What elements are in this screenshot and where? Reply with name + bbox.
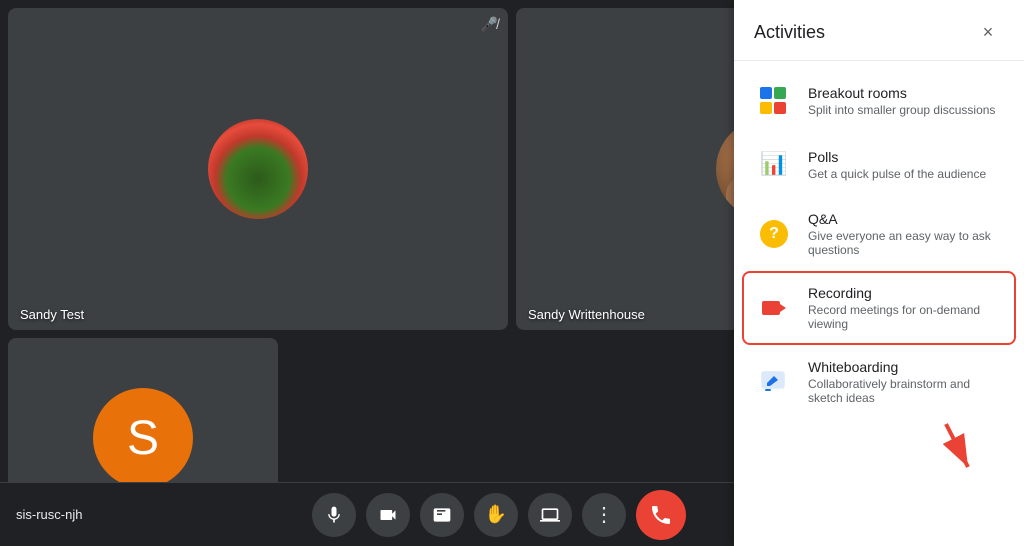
more-options-button[interactable]: ⋮ bbox=[582, 493, 626, 537]
present-button[interactable] bbox=[528, 493, 572, 537]
activity-text-whiteboard: Whiteboarding Collaboratively brainstorm… bbox=[808, 359, 1002, 405]
breakout-icon bbox=[756, 83, 792, 119]
activity-item-recording[interactable]: Recording Record meetings for on-demand … bbox=[742, 271, 1016, 345]
whiteboard-icon bbox=[756, 364, 792, 400]
polls-icon bbox=[756, 147, 792, 183]
participant-name-sandy-writtenhouse: Sandy Writtenhouse bbox=[528, 307, 645, 322]
microphone-button[interactable] bbox=[312, 493, 356, 537]
activity-text-qa: Q&A Give everyone an easy way to ask que… bbox=[808, 211, 1002, 257]
camera-icon bbox=[378, 505, 398, 525]
meeting-code: sis-rusc-njh bbox=[16, 507, 82, 522]
whiteboard-subtitle: Collaboratively brainstorm and sketch id… bbox=[808, 377, 1002, 405]
app-container: 🎤̸ Sandy Test 🎤̸ Sandy Writtenhouse S Yo… bbox=[0, 0, 1024, 546]
recording-icon bbox=[756, 290, 792, 326]
mute-icon-sandy-test: 🎤̸ bbox=[481, 16, 498, 33]
camera-button[interactable] bbox=[366, 493, 410, 537]
qa-subtitle: Give everyone an easy way to ask questio… bbox=[808, 229, 1002, 257]
activity-item-whiteboard[interactable]: Whiteboarding Collaboratively brainstorm… bbox=[734, 345, 1024, 419]
avatar-sandy-test bbox=[208, 119, 308, 219]
recording-title: Recording bbox=[808, 285, 1002, 301]
polls-subtitle: Get a quick pulse of the audience bbox=[808, 167, 986, 181]
activity-item-polls[interactable]: Polls Get a quick pulse of the audience bbox=[734, 133, 1024, 197]
video-tile-sandy-test: 🎤̸ Sandy Test bbox=[8, 8, 508, 330]
raise-hand-button[interactable]: ✋ bbox=[474, 493, 518, 537]
panel-title: Activities bbox=[754, 22, 825, 43]
activity-text-breakout: Breakout rooms Split into smaller group … bbox=[808, 85, 995, 117]
qa-icon: ? bbox=[756, 216, 792, 252]
qa-title: Q&A bbox=[808, 211, 1002, 227]
activity-item-qa[interactable]: ? Q&A Give everyone an easy way to ask q… bbox=[734, 197, 1024, 271]
microphone-icon bbox=[324, 505, 344, 525]
panel-header: Activities × bbox=[734, 0, 1024, 61]
close-panel-button[interactable]: × bbox=[972, 16, 1004, 48]
captions-icon bbox=[432, 505, 452, 525]
polls-title: Polls bbox=[808, 149, 986, 165]
end-call-button[interactable] bbox=[636, 490, 686, 540]
activity-text-polls: Polls Get a quick pulse of the audience bbox=[808, 149, 986, 181]
activities-list: Breakout rooms Split into smaller group … bbox=[734, 61, 1024, 546]
captions-button[interactable] bbox=[420, 493, 464, 537]
breakout-subtitle: Split into smaller group discussions bbox=[808, 103, 995, 117]
breakout-title: Breakout rooms bbox=[808, 85, 995, 101]
activities-panel: Activities × Breakout rooms Split into s… bbox=[734, 0, 1024, 546]
activity-item-breakout[interactable]: Breakout rooms Split into smaller group … bbox=[734, 69, 1024, 133]
end-call-icon bbox=[649, 503, 673, 527]
participant-name-sandy-test: Sandy Test bbox=[20, 307, 84, 322]
activity-text-recording: Recording Record meetings for on-demand … bbox=[808, 285, 1002, 331]
recording-subtitle: Record meetings for on-demand viewing bbox=[808, 303, 1002, 331]
present-icon bbox=[540, 505, 560, 525]
whiteboard-title: Whiteboarding bbox=[808, 359, 1002, 375]
avatar-self: S bbox=[93, 388, 193, 488]
